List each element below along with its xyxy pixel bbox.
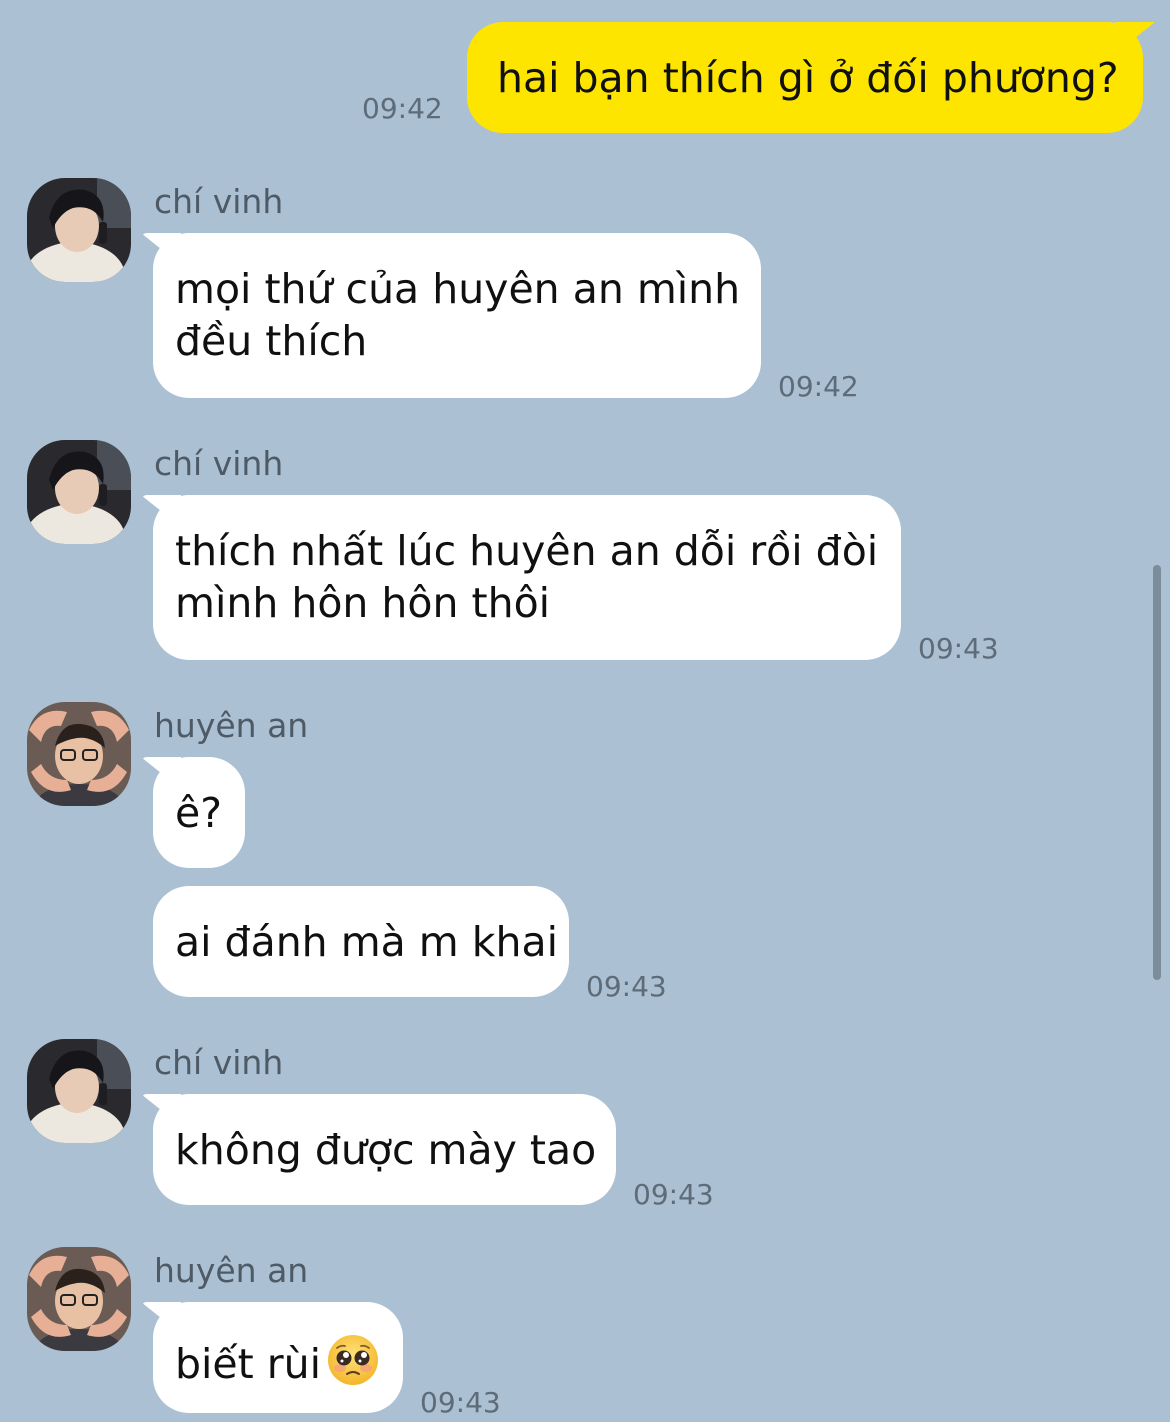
message-time: 09:43 [586, 970, 667, 1003]
message-line: biết rùi [175, 1340, 321, 1388]
avatar-huyen-an[interactable] [27, 702, 131, 806]
received-message-bubble[interactable]: biết rùi [153, 1302, 403, 1413]
message-line: đều thích [175, 317, 368, 365]
message-time: 09:42 [362, 92, 443, 125]
received-message-bubble[interactable]: thích nhất lúc huyên an dỗi rồi đòi mình… [153, 495, 901, 660]
avatar-chi-vinh[interactable] [27, 440, 131, 544]
message-time: 09:43 [633, 1178, 714, 1211]
scrollbar[interactable] [1153, 565, 1161, 980]
avatar-chi-vinh[interactable] [27, 1039, 131, 1143]
message-text: hai bạn thích gì ở đối phương? [497, 54, 1119, 102]
sent-message-bubble[interactable]: hai bạn thích gì ở đối phương? [467, 22, 1143, 133]
message-line: thích nhất lúc huyên an dỗi rồi đòi [175, 527, 879, 575]
sender-name: chí vinh [154, 1043, 284, 1082]
sender-name: huyên an [154, 1251, 309, 1290]
received-message-bubble[interactable]: mọi thứ của huyên an mình đều thích [153, 233, 761, 398]
message-time: 09:43 [420, 1386, 501, 1419]
received-message-bubble[interactable]: ai đánh mà m khai [153, 886, 569, 997]
avatar-chi-vinh[interactable] [27, 178, 131, 282]
message-line: mọi thứ của huyên an mình [175, 265, 741, 313]
message-time: 09:43 [918, 632, 999, 665]
message-line: mình hôn hôn thôi [175, 579, 551, 627]
pleading-face-emoji [325, 1332, 381, 1388]
message-line: không được mày tao [175, 1126, 597, 1174]
message-line: ê? [175, 789, 222, 837]
message-time: 09:42 [778, 370, 859, 403]
sender-name: chí vinh [154, 182, 284, 221]
sender-name: chí vinh [154, 444, 284, 483]
chat-view[interactable]: 09:42 hai bạn thích gì ở đối phương? chí… [0, 0, 1170, 1422]
sender-name: huyên an [154, 706, 309, 745]
received-message-bubble[interactable]: không được mày tao [153, 1094, 616, 1205]
avatar-huyen-an[interactable] [27, 1247, 131, 1351]
message-line: ai đánh mà m khai [175, 918, 559, 966]
received-message-bubble[interactable]: ê? [153, 757, 245, 868]
